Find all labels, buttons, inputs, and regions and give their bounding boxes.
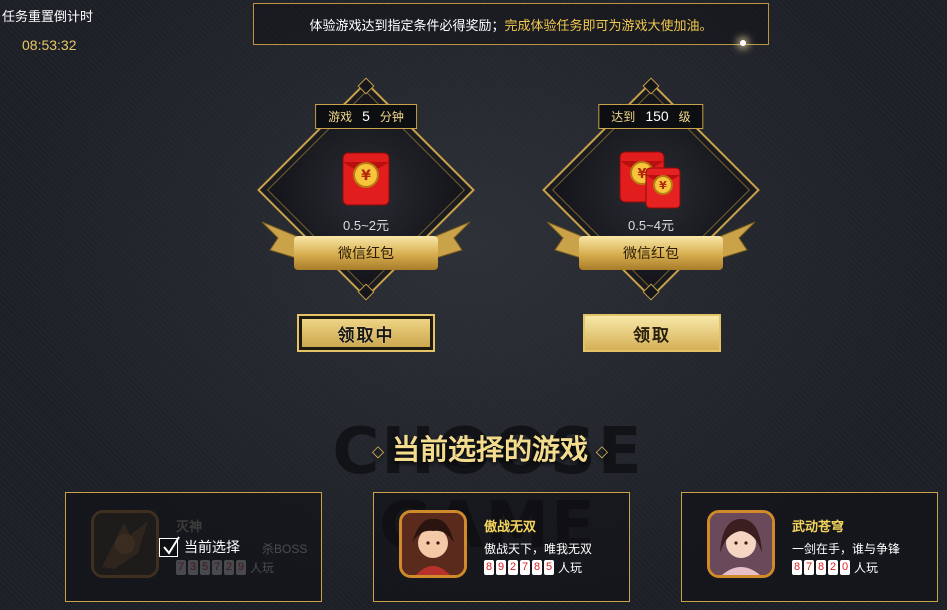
reward-type: 微信红包: [579, 236, 723, 270]
game-card-aozhan[interactable]: 傲战无双 傲战天下，唯我无双 892785 人玩: [373, 492, 630, 602]
reset-countdown: 任务重置倒计时 08:53:32: [0, 6, 110, 53]
game-desc: 一剑在手，谁与争锋: [792, 542, 901, 556]
game-icon: [399, 510, 467, 578]
reward-ribbon: 微信红包: [262, 221, 470, 270]
reward-ribbon: 微信红包: [547, 221, 755, 270]
game-icon: [91, 510, 159, 578]
red-envelope-icon: ¥: [340, 150, 392, 213]
current-selection-label: 当前选择: [184, 539, 240, 555]
svg-text:¥: ¥: [361, 168, 371, 184]
sparkle-decoration: [740, 40, 746, 46]
reward-condition: 游戏 5 分钟: [315, 104, 417, 129]
reward-card-1: 游戏 5 分钟 ¥ 0.5~2元 微信红包: [256, 77, 476, 301]
game-desc: 傲战天下，唯我无双: [484, 542, 593, 556]
player-count: 87820 人玩: [792, 560, 879, 575]
game-name: 傲战无双: [484, 519, 537, 534]
svg-text:¥: ¥: [659, 179, 667, 192]
game-name: 武动苍穹: [792, 519, 845, 534]
reward-condition: 达到 150 级: [598, 104, 704, 129]
diamond-ornament-icon: ◇: [595, 443, 609, 461]
reward-type: 微信红包: [294, 236, 438, 270]
red-envelopes-icon: ¥ ¥: [618, 150, 684, 215]
diamond-ornament-icon: ◇: [371, 443, 385, 461]
notice-highlight: 完成体验任务即可为游戏大使加油。: [504, 17, 713, 33]
game-card-wudong[interactable]: 武动苍穹 一剑在手，谁与争锋 87820 人玩: [681, 492, 938, 602]
svg-text:¥: ¥: [637, 167, 646, 182]
claim-button[interactable]: 领取: [583, 314, 721, 352]
claiming-button[interactable]: 领取中: [297, 314, 435, 352]
current-selection[interactable]: 当前选择: [159, 535, 240, 557]
reward-card-2: 达到 150 级 ¥ ¥ 0.5~4元 微信红包: [541, 77, 761, 301]
player-count: 735729 人玩: [176, 560, 275, 575]
game-card-mieshen[interactable]: 灭神 杀BOSS 735729 人玩 当前选择: [65, 492, 322, 602]
countdown-time: 08:53:32: [22, 37, 77, 53]
checkbox[interactable]: [159, 535, 180, 557]
notice-text: 体验游戏达到指定条件必得奖励；: [309, 17, 505, 33]
game-desc: 杀BOSS: [262, 542, 308, 556]
countdown-label: 任务重置倒计时: [2, 9, 94, 24]
game-name: 灭神: [176, 519, 203, 534]
section-title: ◇ 当前选择的游戏 ◇: [371, 434, 609, 465]
notice-banner: 体验游戏达到指定条件必得奖励； 完成体验任务即可为游戏大使加油。: [253, 3, 769, 45]
player-count: 892785 人玩: [484, 560, 583, 575]
game-icon: [707, 510, 775, 578]
